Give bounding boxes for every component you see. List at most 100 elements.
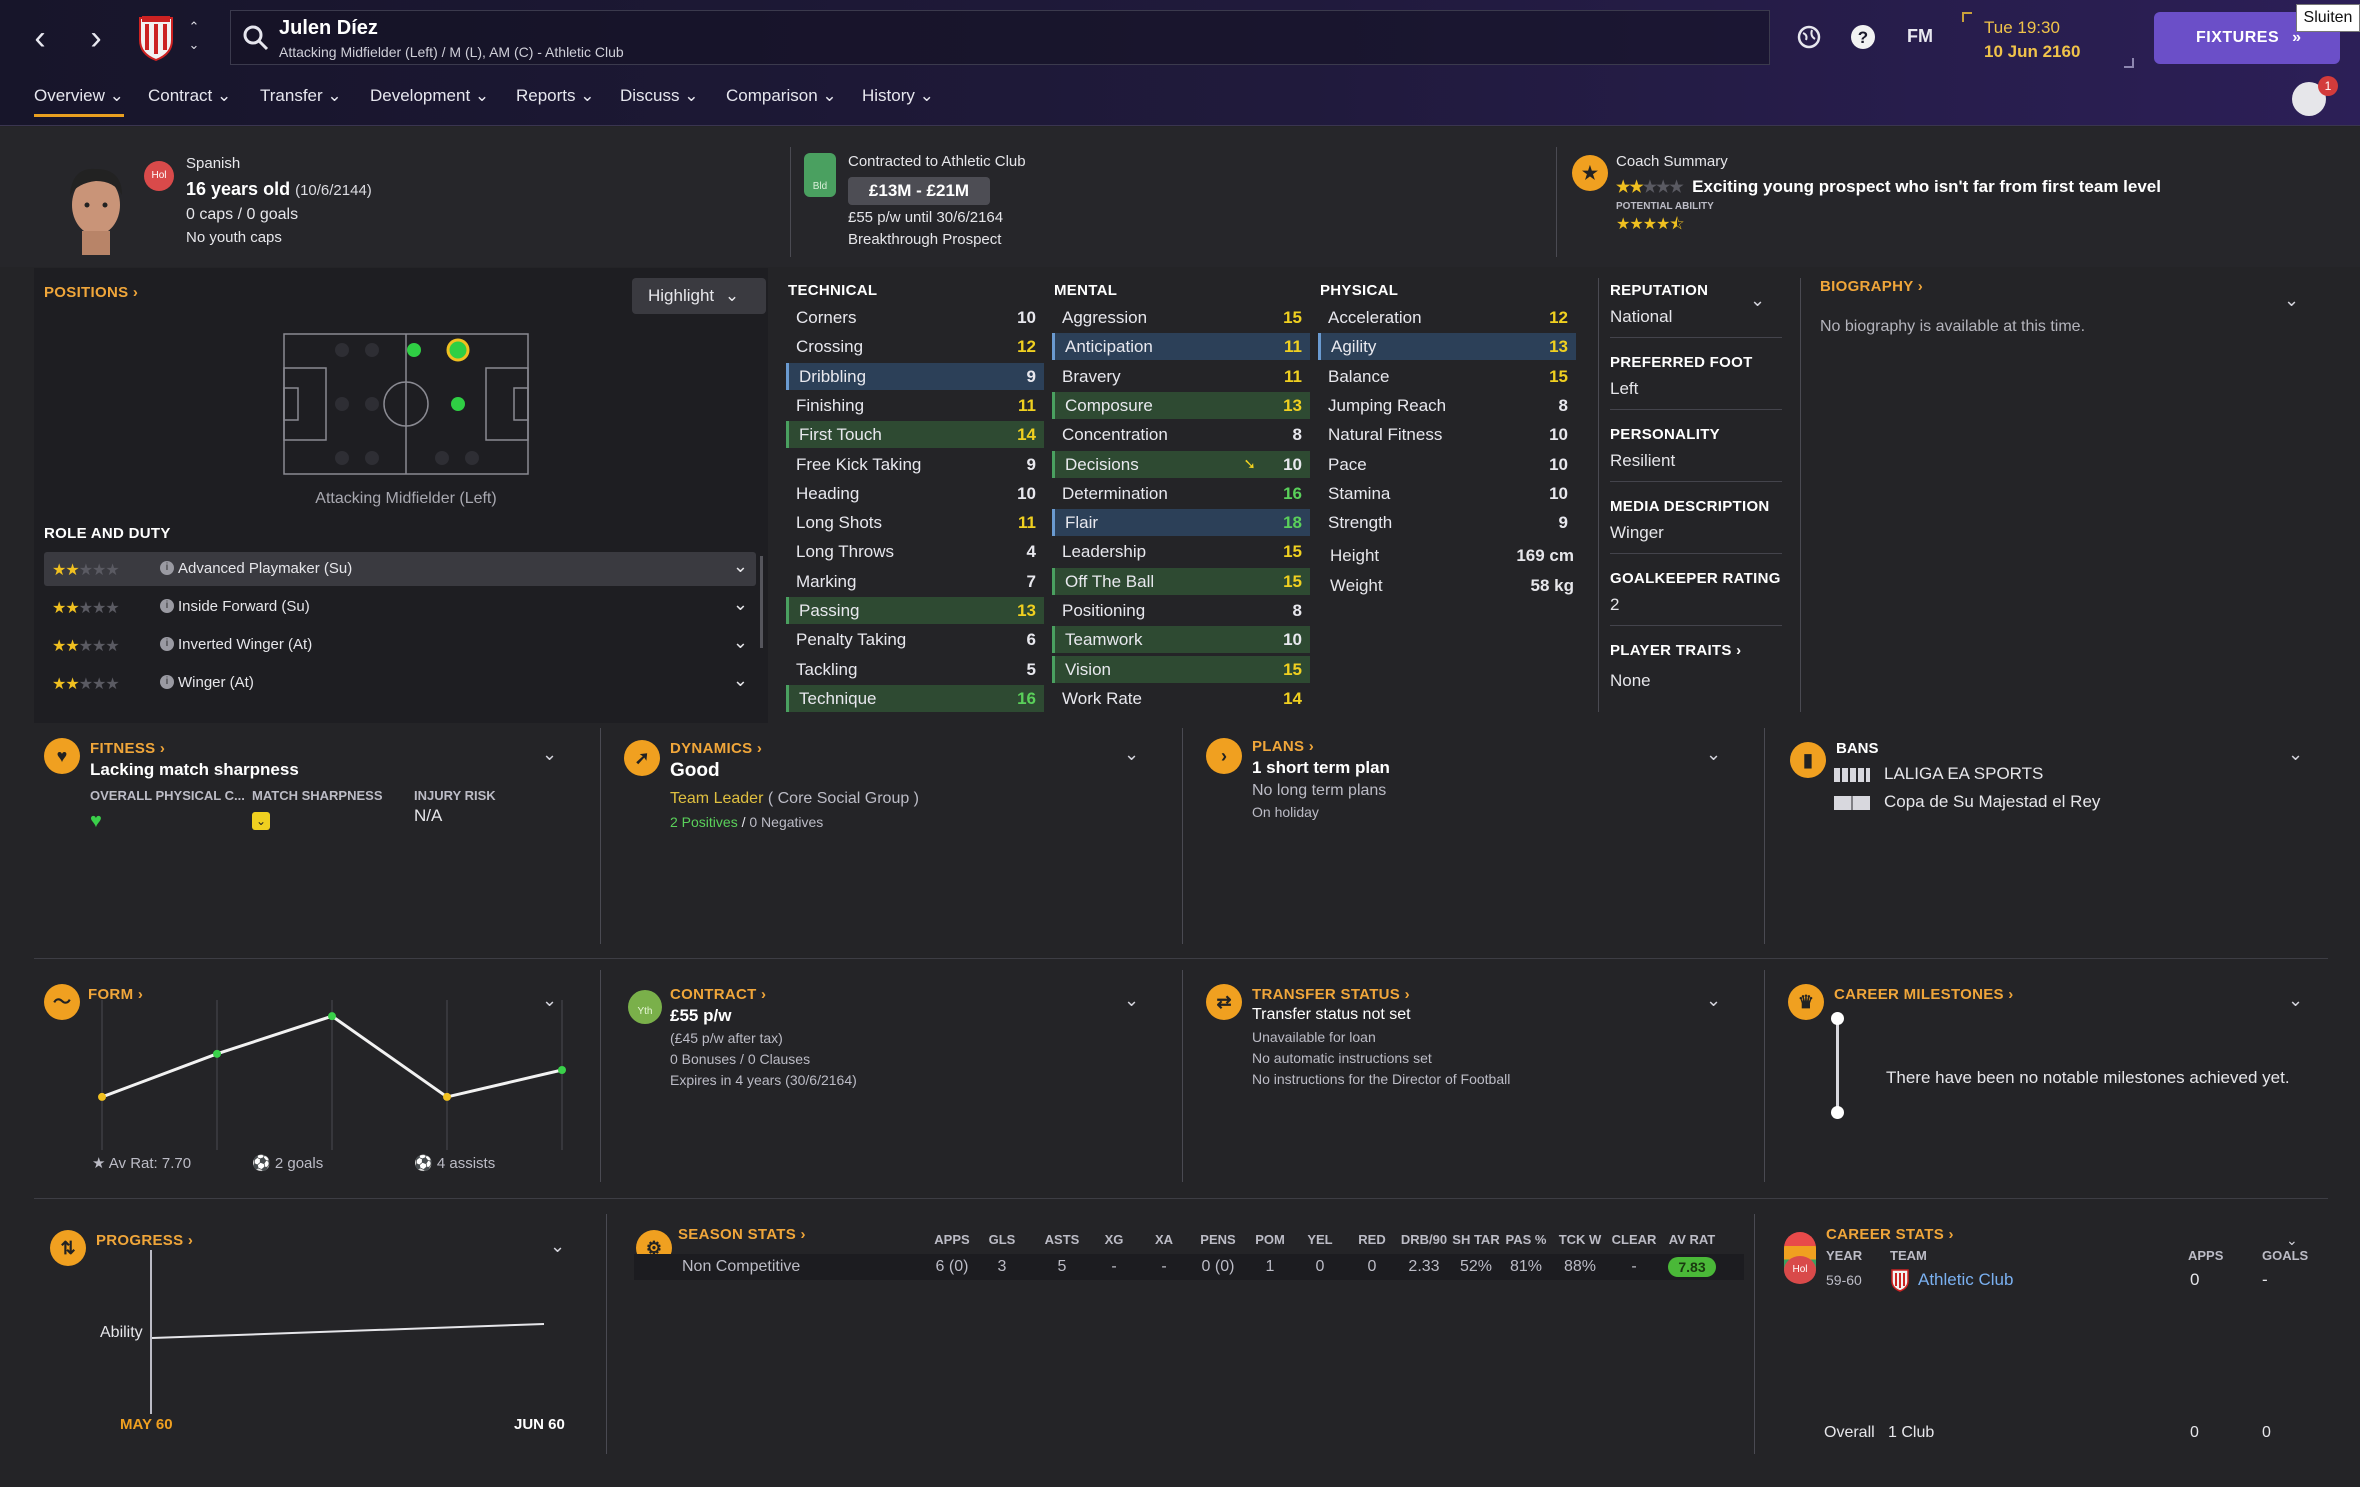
chevron-down-icon[interactable]: ⌄	[733, 556, 748, 577]
globe-icon[interactable]	[1794, 22, 1824, 52]
role-item[interactable]: ★★★★★ i Winger (At) ⌄	[44, 666, 756, 700]
tab-contract[interactable]: Contract ⌄	[148, 86, 231, 106]
info-icon[interactable]: i	[160, 637, 174, 651]
chevron-down-icon[interactable]: ⌄	[733, 632, 748, 653]
info-icon[interactable]: i	[160, 599, 174, 613]
tab-development[interactable]: Development ⌄	[370, 86, 489, 106]
positives-negatives[interactable]: 2 Positives / 0 Negatives	[670, 814, 823, 830]
chevron-down-icon[interactable]: ⌄	[2284, 290, 2299, 311]
role-item[interactable]: ★★★★★ i Inverted Winger (At) ⌄	[44, 628, 756, 662]
attribute-row[interactable]: Long Shots 11	[786, 509, 1044, 536]
attribute-row[interactable]: Anticipation 11	[1052, 333, 1310, 361]
positions-title[interactable]: POSITIONS ›	[44, 284, 138, 301]
chevron-down-icon[interactable]: ⌄	[1750, 290, 1765, 311]
attribute-row[interactable]: Decisions 10 ➘	[1052, 450, 1310, 478]
attribute-row[interactable]: Dribbling 9	[786, 362, 1044, 390]
transfer-status-link[interactable]: TRANSFER STATUS ›	[1252, 986, 1410, 1003]
coach-summary[interactable]: ★★★★★ Exciting young prospect who isn't …	[1616, 177, 2161, 197]
tab-reports[interactable]: Reports ⌄	[516, 86, 595, 106]
plans-link[interactable]: PLANS ›	[1252, 738, 1314, 755]
notification-badge[interactable]: 1	[2318, 76, 2338, 96]
ban-competition-1[interactable]: LALIGA EA SPORTS	[1884, 764, 2043, 784]
attribute-row[interactable]: Composure 13	[1052, 391, 1310, 419]
nationality[interactable]: Spanish	[186, 155, 240, 172]
game-date-continue[interactable]: Tue 19:30 10 Jun 2160	[1962, 12, 2134, 68]
attribute-row[interactable]: Technique 16	[786, 684, 1044, 712]
tab-comparison[interactable]: Comparison ⌄	[726, 86, 837, 106]
chevron-down-icon[interactable]: ⌄	[542, 744, 557, 765]
contracted-to[interactable]: Contracted to Athletic Club	[848, 153, 1026, 170]
chevron-down-icon[interactable]: ⌄	[733, 594, 748, 615]
attribute-row[interactable]: Heading 10	[786, 480, 1044, 507]
help-icon[interactable]: ?	[1848, 22, 1878, 52]
attribute-row[interactable]: Finishing 11	[786, 392, 1044, 419]
chevron-down-icon[interactable]: ⌄	[1706, 990, 1721, 1011]
chevron-down-icon[interactable]: ⌄	[1124, 744, 1139, 765]
highlight-dropdown[interactable]: Highlight ⌄	[632, 278, 766, 314]
attribute-row[interactable]: Corners 10	[786, 304, 1044, 331]
attribute-row[interactable]: Free Kick Taking 9	[786, 451, 1044, 478]
ban-competition-2[interactable]: Copa de Su Majestad el Rey	[1884, 792, 2100, 812]
fm-menu-button[interactable]: FM	[1902, 26, 1938, 56]
attribute-row[interactable]: Penalty Taking 6	[786, 626, 1044, 653]
career-stats-link[interactable]: CAREER STATS ›	[1826, 1226, 1954, 1243]
chevron-down-icon[interactable]: ⌄	[550, 1236, 565, 1257]
club-crest-icon[interactable]	[136, 14, 176, 62]
attribute-row[interactable]: Positioning 8	[1052, 597, 1310, 624]
tab-history[interactable]: History ⌄	[862, 86, 934, 106]
form-point[interactable]	[98, 1092, 106, 1101]
form-point[interactable]	[328, 1012, 336, 1021]
player-cycle-icon[interactable]: ⌃ ⌄	[186, 18, 202, 54]
chevron-down-icon[interactable]: ⌄	[733, 670, 748, 691]
attribute-row[interactable]: Aggression 15	[1052, 304, 1310, 331]
info-icon[interactable]: i	[160, 561, 174, 575]
contract-link[interactable]: CONTRACT ›	[670, 986, 766, 1003]
forward-arrow-icon[interactable]: ›	[76, 18, 116, 58]
attribute-row[interactable]: Tackling 5	[786, 656, 1044, 683]
attribute-row[interactable]: First Touch 14	[786, 421, 1044, 449]
attribute-row[interactable]: Natural Fitness 10	[1318, 421, 1576, 448]
attribute-row[interactable]: Determination 16	[1052, 480, 1310, 507]
back-arrow-icon[interactable]: ‹	[20, 18, 60, 58]
chevron-down-icon[interactable]: ⌄	[2286, 1232, 2298, 1249]
attribute-row[interactable]: Pace 10	[1318, 451, 1576, 478]
role-item[interactable]: ★★★★★ i Advanced Playmaker (Su) ⌄	[44, 552, 756, 586]
biography-link[interactable]: BIOGRAPHY ›	[1820, 278, 1923, 295]
attribute-row[interactable]: Balance 15	[1318, 363, 1576, 390]
attribute-row[interactable]: Off The Ball 15	[1052, 567, 1310, 595]
attribute-row[interactable]: Bravery 11	[1052, 363, 1310, 390]
attribute-row[interactable]: Long Throws 4	[786, 538, 1044, 565]
tab-transfer[interactable]: Transfer ⌄	[260, 86, 342, 106]
player-search-box[interactable]: Julen Díez Attacking Midfielder (Left) /…	[230, 10, 1770, 65]
progress-link[interactable]: PROGRESS ›	[96, 1232, 193, 1249]
player-traits-link[interactable]: PLAYER TRAITS ›	[1610, 642, 1782, 659]
attribute-row[interactable]: Strength 9	[1318, 509, 1576, 536]
attribute-row[interactable]: Work Rate 14	[1052, 685, 1310, 712]
attribute-row[interactable]: Marking 7	[786, 568, 1044, 595]
tab-overview[interactable]: Overview ⌄	[34, 86, 124, 117]
attribute-row[interactable]: Concentration 8	[1052, 421, 1310, 448]
info-icon[interactable]: i	[160, 675, 174, 689]
form-point[interactable]	[558, 1066, 566, 1074]
role-item[interactable]: ★★★★★ i Inside Forward (Su) ⌄	[44, 590, 756, 624]
chevron-down-icon[interactable]: ⌄	[1124, 990, 1139, 1011]
scrollbar[interactable]	[760, 556, 763, 648]
dynamics-link[interactable]: DYNAMICS ›	[670, 740, 762, 757]
milestones-link[interactable]: CAREER MILESTONES ›	[1834, 986, 2014, 1003]
attribute-row[interactable]: Jumping Reach 8	[1318, 392, 1576, 419]
attribute-row[interactable]: Flair 18	[1052, 509, 1310, 537]
attribute-row[interactable]: Stamina 10	[1318, 480, 1576, 507]
attribute-row[interactable]: Passing 13	[786, 597, 1044, 624]
fitness-link[interactable]: FITNESS ›	[90, 740, 165, 757]
chevron-down-icon[interactable]: ⌄	[2288, 744, 2303, 765]
attribute-row[interactable]: Acceleration 12	[1318, 304, 1576, 331]
tab-discuss[interactable]: Discuss ⌄	[620, 86, 698, 106]
chevron-down-icon[interactable]: ⌄	[2288, 990, 2303, 1011]
attribute-row[interactable]: Leadership 15	[1052, 538, 1310, 565]
nation-badge[interactable]: Hol	[144, 161, 174, 191]
attribute-row[interactable]: Crossing 12	[786, 333, 1044, 360]
attribute-row[interactable]: Vision 15	[1052, 655, 1310, 683]
chevron-down-icon[interactable]: ⌄	[1706, 744, 1721, 765]
season-stats-link[interactable]: SEASON STATS ›	[678, 1226, 806, 1243]
form-point[interactable]	[443, 1092, 451, 1101]
